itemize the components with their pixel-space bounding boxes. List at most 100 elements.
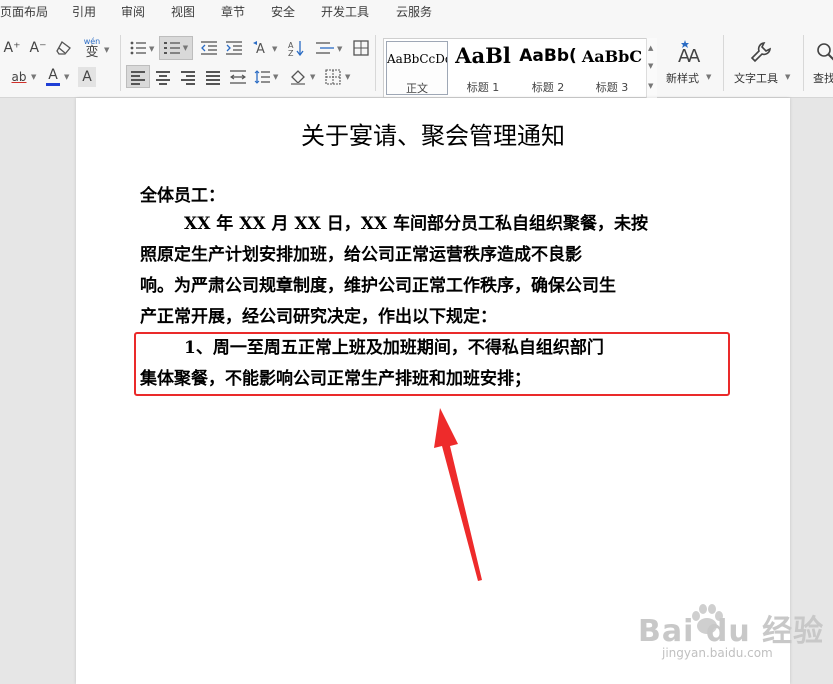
bullet-dropdown-icon[interactable]: ▼ bbox=[149, 45, 154, 53]
separator bbox=[375, 35, 376, 91]
eraser-icon bbox=[56, 41, 71, 55]
line-spacing-button[interactable] bbox=[252, 65, 272, 88]
watermark-url: jingyan.baidu.com bbox=[662, 646, 773, 660]
highlight-button[interactable]: ab bbox=[8, 67, 30, 87]
borders-dropdown-icon[interactable]: ▼ bbox=[345, 73, 350, 81]
paint-bucket-icon bbox=[291, 69, 305, 85]
font-color-dropdown-icon[interactable]: ▼ bbox=[64, 73, 69, 81]
svg-text:Z: Z bbox=[288, 49, 294, 56]
new-style-dropdown-icon[interactable]: ▼ bbox=[706, 73, 711, 81]
search-icon bbox=[817, 43, 833, 61]
borders-icon bbox=[325, 68, 341, 85]
asian-layout-icon bbox=[316, 42, 334, 54]
numbered-list-icon bbox=[163, 42, 180, 54]
style-sample: AaBbCcDd bbox=[387, 52, 447, 66]
shading-button[interactable] bbox=[288, 65, 308, 88]
style-heading-1[interactable]: AaBl 标题 1 bbox=[450, 41, 516, 95]
paragraph-line: XX 年 XX 月 XX 日，XX 车间部分员工私自组织聚餐，未按 bbox=[184, 214, 649, 234]
style-heading-2[interactable]: AaBb( 标题 2 bbox=[516, 41, 580, 95]
justify-icon bbox=[206, 70, 220, 85]
baidu-watermark: Bai du 经验 jingyan.baidu.com bbox=[636, 598, 826, 668]
new-style-button[interactable]: A A bbox=[672, 37, 706, 67]
document-greeting: 全体员工： bbox=[140, 186, 225, 206]
bullet-list-button[interactable] bbox=[128, 38, 148, 58]
wrench-icon bbox=[750, 42, 771, 63]
menu-cloud-services[interactable]: 云服务 bbox=[396, 4, 432, 20]
style-sample: AaBl bbox=[455, 43, 511, 68]
align-center-icon bbox=[156, 70, 170, 85]
menu-section[interactable]: 章节 bbox=[221, 4, 245, 20]
decrease-indent-button[interactable] bbox=[199, 38, 219, 58]
distribute-button[interactable] bbox=[227, 65, 249, 88]
find-label[interactable]: 查找 bbox=[813, 70, 833, 86]
style-normal[interactable]: AaBbCcDd 正文 bbox=[386, 41, 448, 95]
align-right-icon bbox=[181, 70, 195, 85]
line-spacing-dropdown-icon[interactable]: ▼ bbox=[273, 73, 278, 81]
align-left-button[interactable] bbox=[126, 65, 150, 88]
highlight-icon: ab bbox=[11, 69, 27, 84]
pinyin-dropdown-icon[interactable]: ▼ bbox=[104, 46, 109, 54]
text-tools-label[interactable]: 文字工具 bbox=[734, 70, 778, 86]
clear-format-button[interactable] bbox=[54, 38, 74, 58]
sort-button[interactable]: A Z bbox=[286, 38, 306, 58]
font-color-button[interactable]: A bbox=[44, 66, 62, 88]
watermark-brand: Bai du 经验 bbox=[638, 614, 825, 649]
gallery-expand-icon[interactable]: ▼ bbox=[648, 82, 653, 90]
align-right-button[interactable] bbox=[177, 65, 199, 88]
svg-text:A: A bbox=[688, 46, 701, 66]
separator bbox=[723, 35, 724, 91]
grow-font-icon: A⁺ bbox=[3, 40, 21, 56]
align-center-button[interactable] bbox=[152, 65, 174, 88]
document-title: 关于宴请、聚会管理通知 bbox=[301, 122, 565, 150]
indent-icon bbox=[226, 41, 242, 55]
show-hide-marks-button[interactable] bbox=[351, 38, 371, 58]
style-sample: AaBb( bbox=[519, 46, 577, 66]
paragraph-line: 产正常开展，经公司研究决定，作出以下规定： bbox=[140, 307, 497, 327]
font-color-icon: A bbox=[48, 67, 58, 83]
style-gallery: AaBbCcDd 正文 AaBl 标题 1 AaBb( 标题 2 AaBbC 标… bbox=[383, 38, 657, 98]
character-shading-icon: A bbox=[82, 69, 92, 85]
highlight-dropdown-icon[interactable]: ▼ bbox=[31, 73, 36, 81]
menu-view[interactable]: 视图 bbox=[171, 4, 195, 20]
chevron-up-icon[interactable]: ▲ bbox=[648, 44, 653, 52]
text-direction-dropdown-icon[interactable]: ▼ bbox=[272, 45, 277, 53]
chevron-down-icon[interactable]: ▼ bbox=[648, 62, 653, 70]
text-tools-button[interactable] bbox=[746, 37, 776, 67]
character-shading-button[interactable]: A bbox=[78, 67, 96, 87]
style-gallery-scroller[interactable]: ▲ ▼ ▼ bbox=[646, 38, 657, 98]
shrink-font-button[interactable]: A⁻ bbox=[28, 38, 48, 58]
line-spacing-icon bbox=[254, 69, 270, 84]
asian-layout-button[interactable] bbox=[315, 38, 335, 58]
menu-page-layout[interactable]: 页面布局 bbox=[0, 4, 48, 20]
asian-layout-dropdown-icon[interactable]: ▼ bbox=[337, 45, 342, 53]
paragraph-line: 响。为严肃公司规章制度，维护公司正常工作秩序，确保公司生 bbox=[140, 276, 616, 296]
bullet-list-icon bbox=[130, 41, 146, 55]
paragraph-line: 照原定生产计划安排加班，给公司正常运营秩序造成不良影 bbox=[140, 245, 582, 265]
text-direction-button[interactable]: A bbox=[251, 38, 271, 58]
outdent-icon bbox=[201, 41, 217, 55]
increase-indent-button[interactable] bbox=[224, 38, 244, 58]
align-left-icon bbox=[131, 70, 145, 85]
menu-developer-tools[interactable]: 开发工具 bbox=[321, 4, 369, 20]
find-button[interactable] bbox=[814, 37, 833, 67]
table-grid-icon bbox=[353, 40, 369, 56]
text-tools-dropdown-icon[interactable]: ▼ bbox=[785, 73, 790, 81]
justify-button[interactable] bbox=[202, 65, 224, 88]
numbered-list-button[interactable]: ▼ bbox=[159, 36, 193, 60]
menu-references[interactable]: 引用 bbox=[72, 4, 96, 20]
red-arrow-icon bbox=[434, 408, 482, 581]
menu-security[interactable]: 安全 bbox=[271, 4, 295, 20]
new-style-label[interactable]: 新样式 bbox=[666, 70, 699, 86]
pinyin-guide-button[interactable]: wén 变 bbox=[80, 35, 104, 61]
ribbon-toolbar: A⁺ A⁻ wén 变 ▼ ab ▼ A ▼ A ▼ ▼ A ▼ A Z ▼ ▼… bbox=[0, 27, 833, 98]
style-heading-3[interactable]: AaBbC 标题 3 bbox=[580, 41, 644, 95]
shading-dropdown-icon[interactable]: ▼ bbox=[310, 73, 315, 81]
grow-font-button[interactable]: A⁺ bbox=[2, 38, 22, 58]
borders-button[interactable] bbox=[323, 65, 343, 88]
style-name: 标题 3 bbox=[595, 81, 629, 94]
style-name: 标题 1 bbox=[466, 81, 500, 94]
style-name: 标题 2 bbox=[531, 81, 565, 94]
separator bbox=[120, 35, 121, 91]
menu-review[interactable]: 审阅 bbox=[121, 4, 145, 20]
shrink-font-icon: A⁻ bbox=[29, 40, 47, 56]
